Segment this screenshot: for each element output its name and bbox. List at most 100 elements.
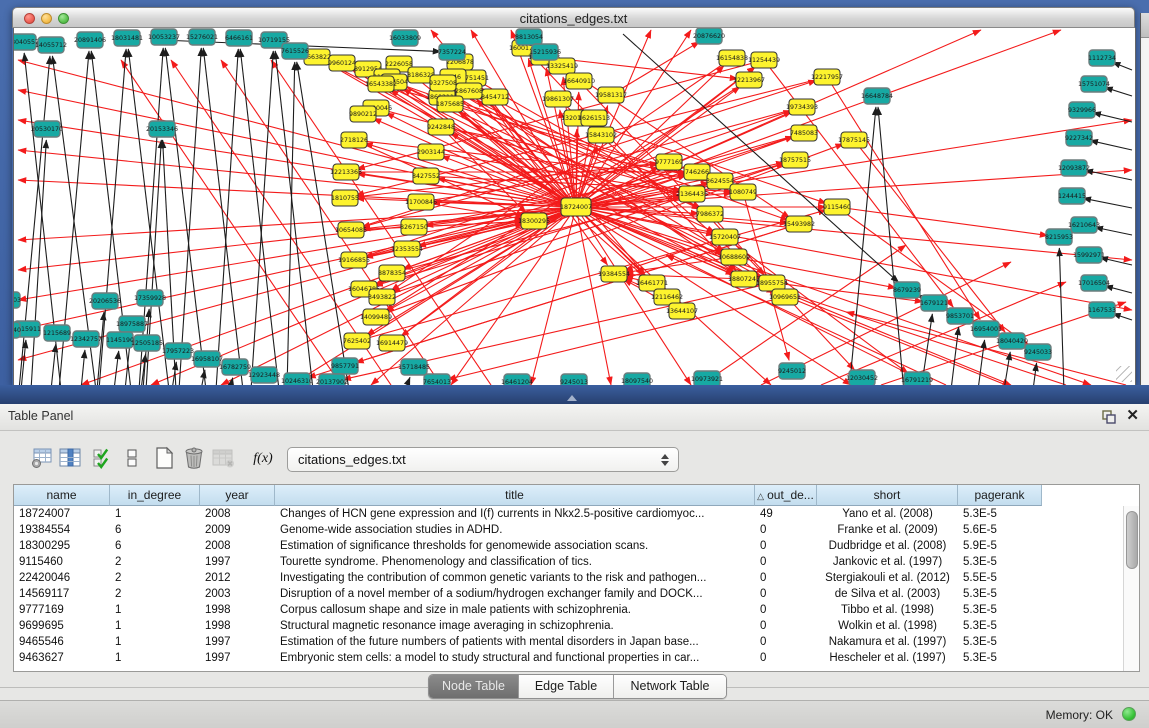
table-cell: 5.3E-5 — [958, 554, 1042, 570]
citation-edge-black — [1083, 198, 1132, 208]
graph-node-label: 12923448 — [248, 372, 280, 379]
function-builder-button[interactable]: f(x) — [246, 444, 280, 472]
fx-label: f(x) — [253, 451, 272, 466]
graph-node-label: 15720407 — [709, 234, 741, 241]
status-bar: Memory: OK — [0, 700, 1149, 728]
select-columns-button[interactable] — [88, 444, 116, 472]
memory-status-indicator — [1122, 707, 1136, 721]
table-cell: 1997 — [200, 554, 275, 570]
table-selector-dropdown[interactable]: citations_edges.txt — [287, 447, 679, 472]
table-cell: 2008 — [200, 538, 275, 554]
graph-node-label: 9227342 — [1065, 135, 1093, 142]
table-row[interactable]: 1938455462009Genome-wide association stu… — [14, 522, 1124, 538]
window-splitter[interactable] — [0, 385, 1149, 404]
table-cell: 1 — [110, 602, 200, 618]
graph-node-label: 18031481 — [111, 35, 143, 42]
column-header-name[interactable]: name — [14, 485, 110, 506]
table-cell: Genome-wide association studies in ADHD. — [275, 522, 755, 538]
graph-node-label: 14099489 — [360, 314, 392, 321]
graph-node-label: 9327508 — [429, 80, 457, 87]
table-cell: Jankovic et al. (1997) — [817, 554, 958, 570]
column-header-in_degree[interactable]: in_degree — [110, 485, 200, 506]
table-row[interactable]: 1456911722003Disruption of a novel membe… — [14, 586, 1124, 602]
vertical-scrollbar[interactable] — [1123, 506, 1139, 671]
graph-node-label: 8679239 — [893, 287, 921, 294]
scrollbar-thumb[interactable] — [1126, 511, 1138, 569]
citation-edge-black — [1104, 87, 1132, 96]
table-cell: 5.5E-5 — [958, 570, 1042, 586]
graph-node-label: 12505185 — [131, 340, 163, 347]
graph-node-label: 8427552 — [412, 173, 440, 180]
table-cell: 0 — [755, 570, 817, 586]
graph-node-label: 12093872 — [1058, 165, 1090, 172]
graph-node-label: 7986372 — [696, 211, 724, 218]
table-cell: Investigating the contribution of common… — [275, 570, 755, 586]
table-type-tabs: Node TableEdge TableNetwork Table — [428, 674, 727, 699]
table-row[interactable]: 946362711997Embryonic stem cells: a mode… — [14, 650, 1124, 666]
table-cell: 6 — [110, 522, 200, 538]
table-cell: 1997 — [200, 634, 275, 650]
column-header-year[interactable]: year — [200, 485, 275, 506]
graph-node-label: 15276021 — [186, 34, 218, 41]
float-panel-icon[interactable] — [1101, 409, 1117, 425]
graph-node-label: 17359928 — [134, 295, 166, 302]
column-header-out_de[interactable]: △out_de... — [755, 485, 817, 506]
table-row[interactable]: 911546021997Tourette syndrome. Phenomeno… — [14, 554, 1124, 570]
column-header-pagerank[interactable]: pagerank — [958, 485, 1042, 506]
table-cell: Tourette syndrome. Phenomenology and cla… — [275, 554, 755, 570]
table-cell: Embryonic stem cells: a model to study s… — [275, 650, 755, 666]
new-document-button[interactable] — [150, 444, 178, 472]
column-header-short[interactable]: short — [817, 485, 958, 506]
table-cell: 0 — [755, 522, 817, 538]
table-cell: 9465546 — [14, 634, 110, 650]
background-window-titlebar — [1141, 13, 1149, 38]
graph-node-label: 12116462 — [651, 294, 683, 301]
table-row[interactable]: 1872400712008Changes of HCN gene express… — [14, 506, 1124, 522]
table-settings-button[interactable] — [28, 444, 56, 472]
citation-edge-red — [448, 297, 785, 379]
graph-node-label: 20891406 — [74, 37, 106, 44]
resize-grip-icon[interactable] — [1116, 366, 1132, 382]
table-row[interactable]: 1830029562008Estimation of significance … — [14, 538, 1124, 554]
table-selector-value: citations_edges.txt — [298, 452, 406, 467]
column-header-title[interactable]: title — [275, 485, 755, 506]
table-row[interactable]: 946554611997Estimation of the future num… — [14, 634, 1124, 650]
citation-network-graph[interactable]: 1872400776638229960124891295422260589127… — [14, 28, 1135, 385]
table-cell: 1997 — [200, 650, 275, 666]
table-cell: 2003 — [200, 586, 275, 602]
graph-node-label: 16154838 — [716, 55, 748, 62]
table-cell: 1 — [110, 618, 200, 634]
table-cell: 2 — [110, 570, 200, 586]
table-row[interactable]: 2242004622012Investigating the contribut… — [14, 570, 1124, 586]
citation-edge-black — [1095, 227, 1132, 235]
table-cell: 0 — [755, 618, 817, 634]
graph-node-label: 8267150 — [400, 224, 428, 231]
table-cell: 9777169 — [14, 602, 110, 618]
graph-node-label: 15843102 — [585, 132, 617, 139]
tab-edge-table[interactable]: Edge Table — [519, 675, 614, 698]
row-height-button[interactable] — [118, 444, 146, 472]
table-columns-button[interactable] — [56, 444, 84, 472]
graph-node-label: 1112734 — [1088, 55, 1116, 62]
table-cell: 2008 — [200, 506, 275, 522]
network-window-titlebar[interactable]: citations_edges.txt — [12, 7, 1135, 28]
table-cell: 22420046 — [14, 570, 110, 586]
close-panel-icon[interactable]: ✕ — [1126, 407, 1139, 425]
tab-node-table[interactable]: Node Table — [429, 675, 519, 698]
graph-node-label: 10688609 — [718, 254, 750, 261]
graph-node-label: 19166855 — [338, 257, 370, 264]
table-cell: Estimation of significance thresholds fo… — [275, 538, 755, 554]
table-cell: Wolkin et al. (1998) — [817, 618, 958, 634]
table-row[interactable]: 977716911998Corpus callosum shape and si… — [14, 602, 1124, 618]
table-cell: 1998 — [200, 602, 275, 618]
table-row[interactable]: 969969511998Structural magnetic resonanc… — [14, 618, 1124, 634]
delete-button[interactable] — [180, 444, 208, 472]
table-cell: 9463627 — [14, 650, 110, 666]
tab-network-table[interactable]: Network Table — [614, 675, 726, 698]
table-cell: Yano et al. (2008) — [817, 506, 958, 522]
graph-node-label: 7615526 — [281, 48, 309, 55]
network-canvas[interactable]: 1872400776638229960124891295422260589127… — [13, 28, 1136, 385]
graph-node-label: 19734393 — [786, 104, 818, 111]
table-cell: 5.3E-5 — [958, 634, 1042, 650]
memory-status-label: Memory: OK — [1046, 708, 1113, 722]
